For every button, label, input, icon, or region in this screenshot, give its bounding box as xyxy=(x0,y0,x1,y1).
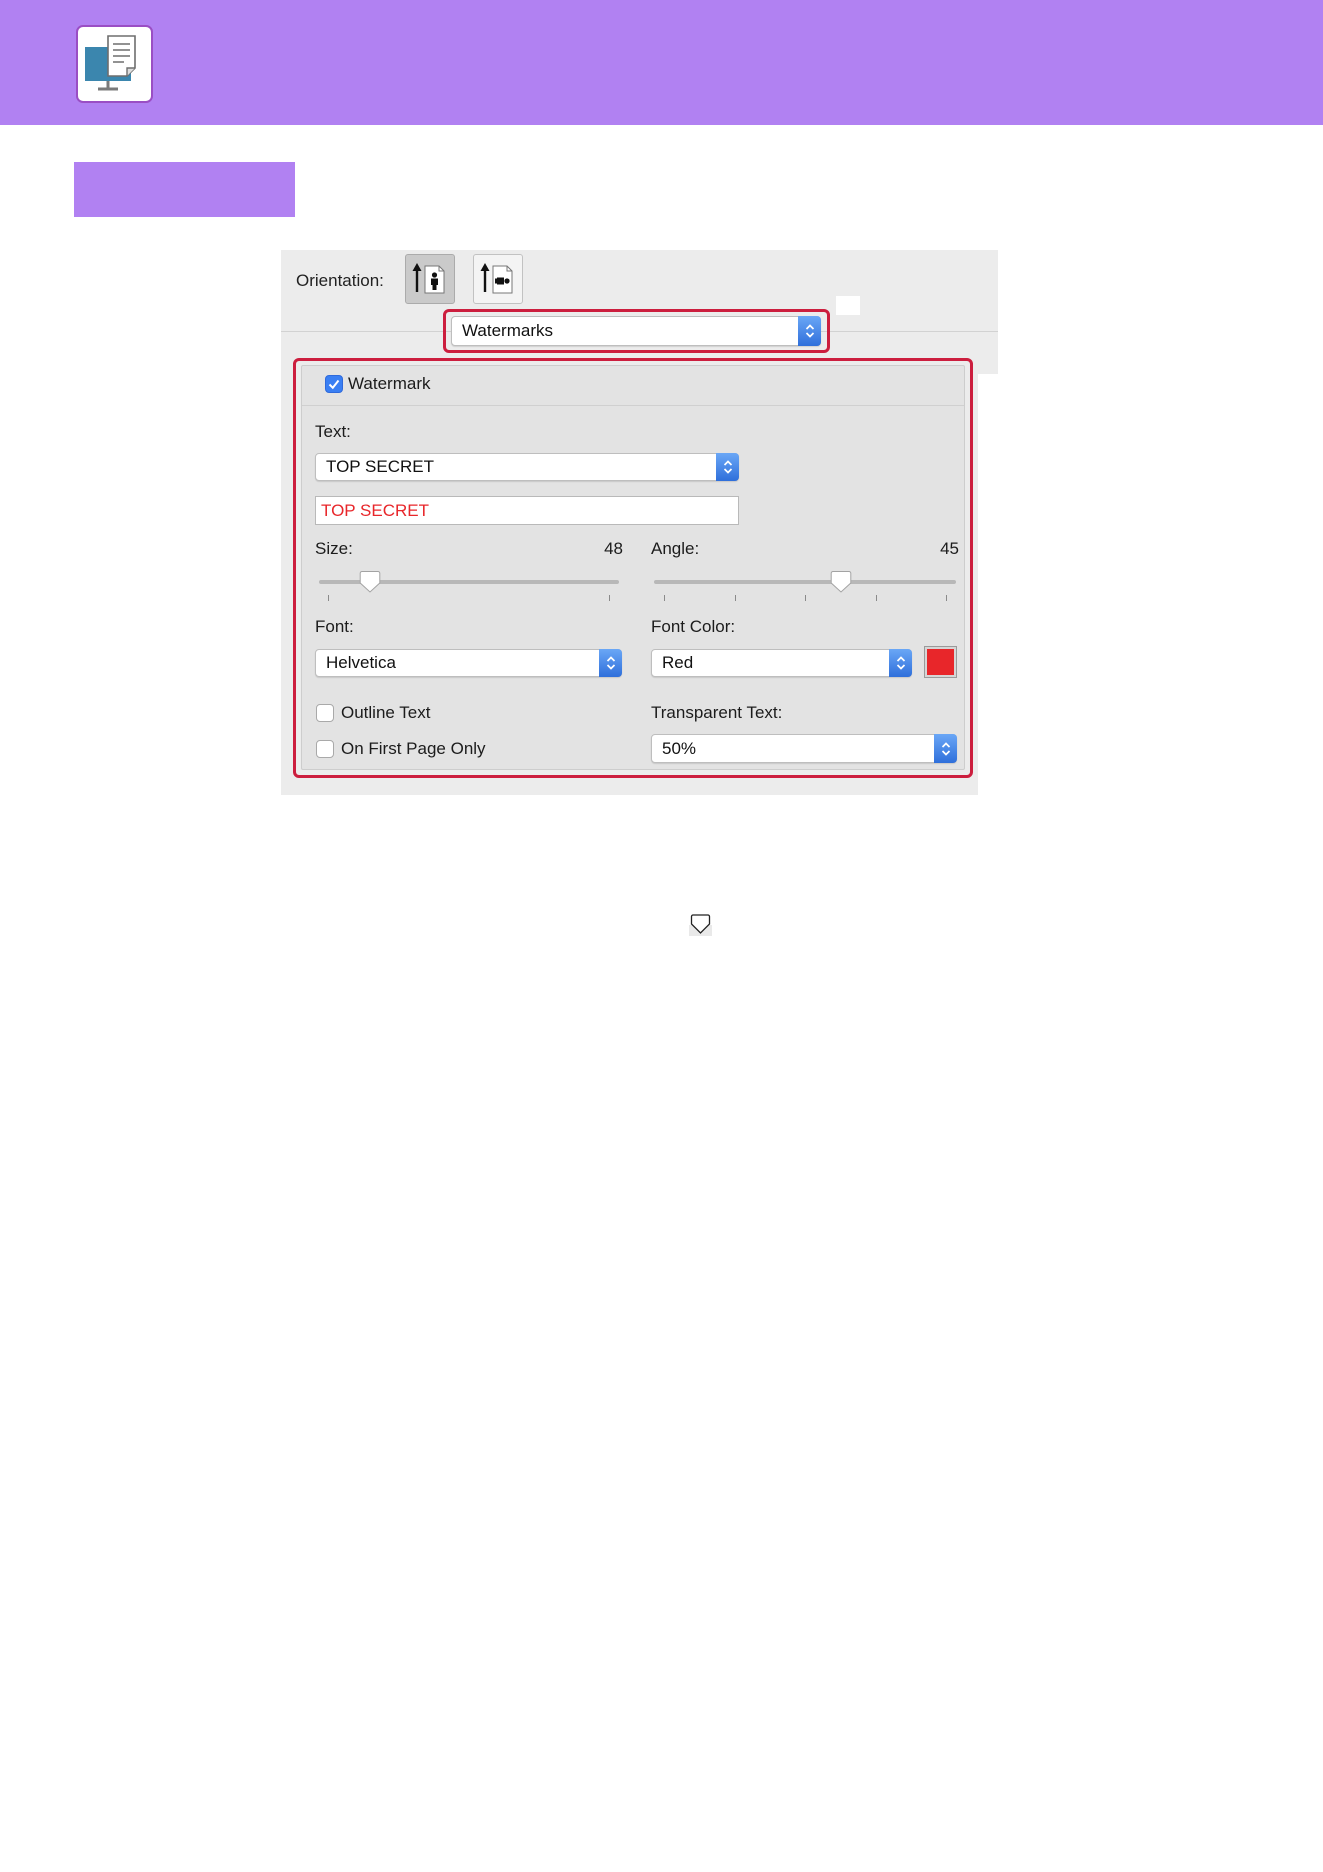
highlight-frame-watermark xyxy=(293,358,973,778)
panel-edge xyxy=(978,374,998,795)
orientation-label: Orientation: xyxy=(296,271,384,290)
landscape-orientation-icon xyxy=(480,263,513,294)
section-marker xyxy=(74,162,295,217)
highlight-frame-menu xyxy=(443,309,830,353)
print-dialog-panel: Orientation: Watermarks Watermark Text: … xyxy=(281,250,998,795)
slider-thumb-icon xyxy=(689,912,712,936)
callout-marker xyxy=(836,296,860,315)
computer-document-icon xyxy=(76,25,153,103)
header-band xyxy=(0,0,1323,125)
portrait-orientation-button[interactable] xyxy=(405,254,455,304)
manual-page: Orientation: Watermarks Watermark Text: … xyxy=(0,0,1323,1872)
landscape-orientation-button[interactable] xyxy=(473,254,523,304)
portrait-orientation-icon xyxy=(412,263,445,294)
